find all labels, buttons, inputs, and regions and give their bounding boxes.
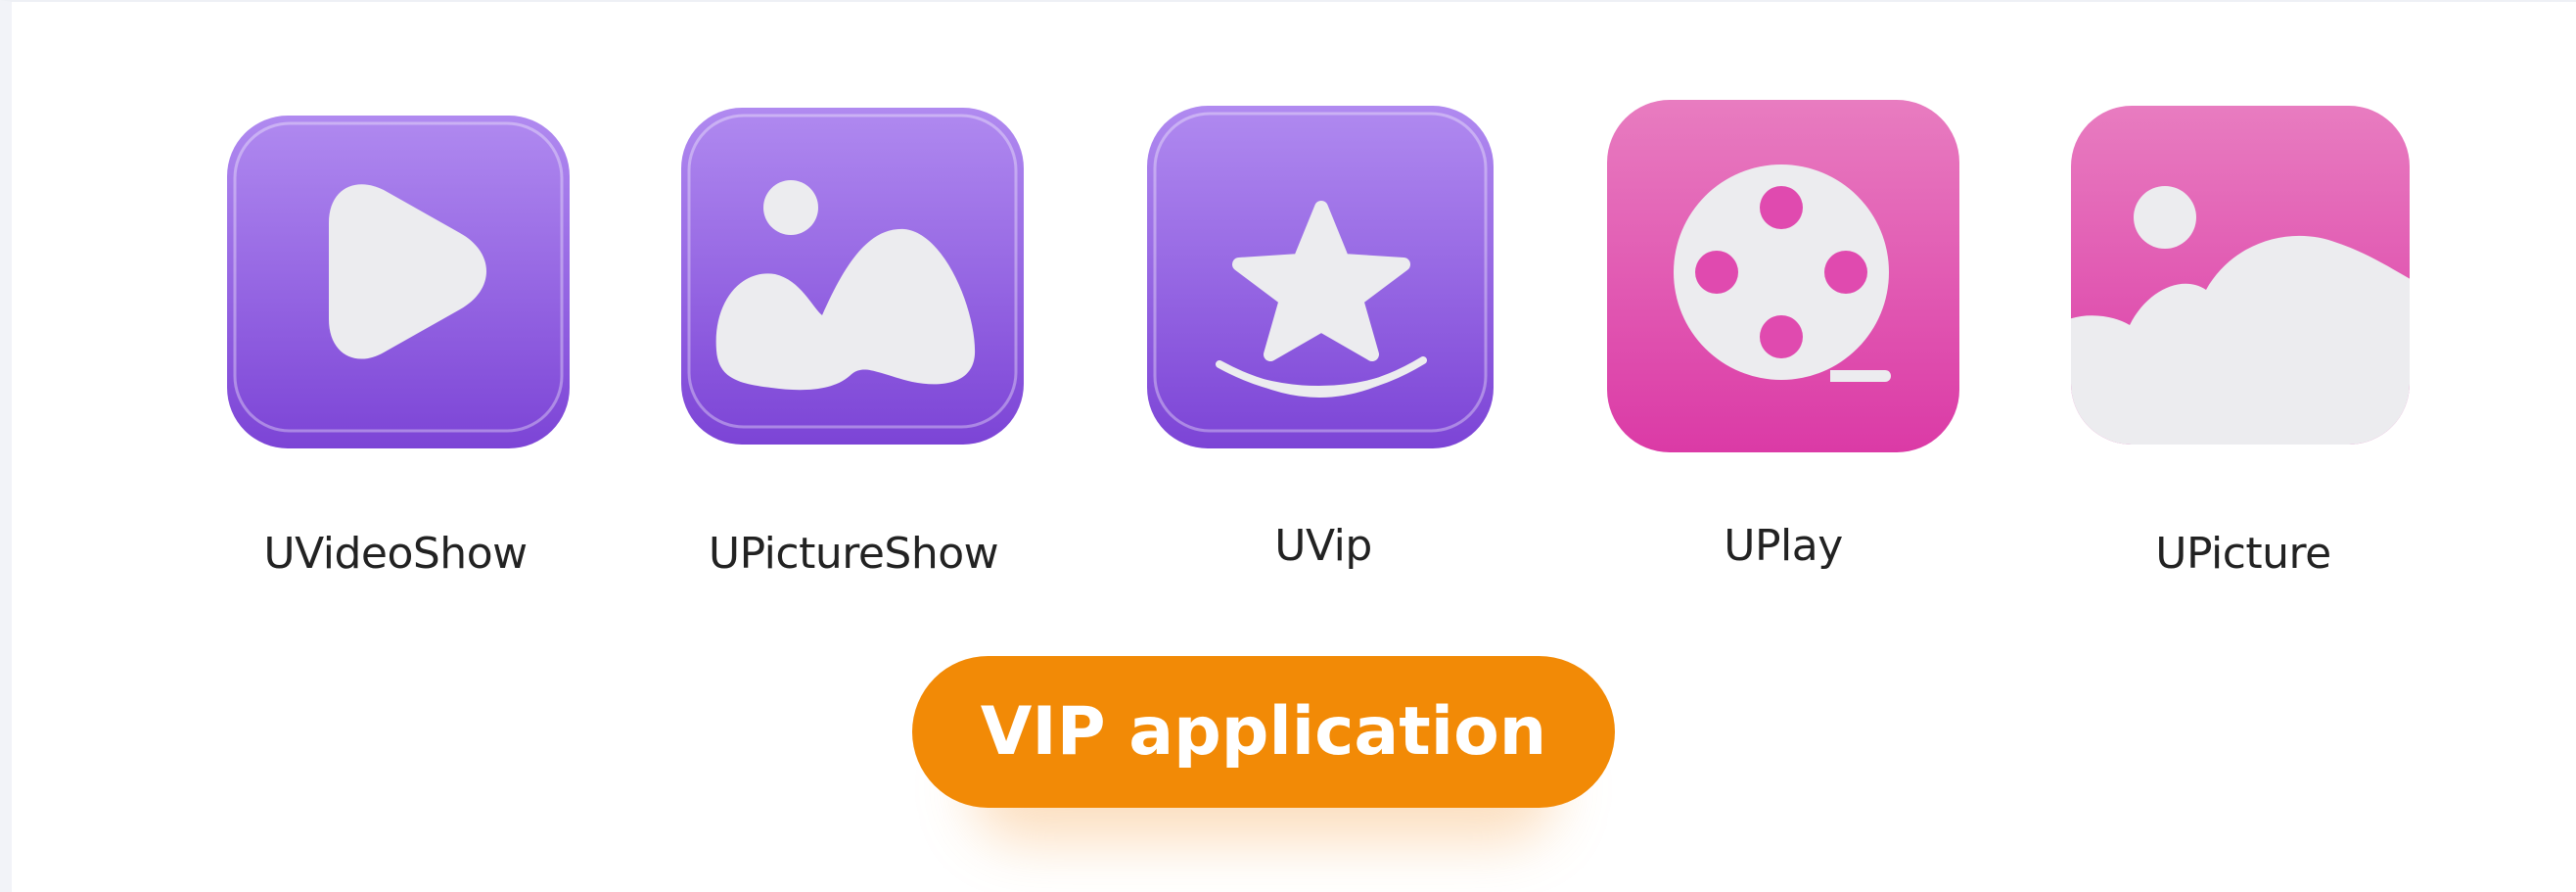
app-showcase: UVideoShow UPictureShow UVip UPlay UPict…	[0, 0, 2576, 892]
vip-cta: VIP application	[912, 656, 1615, 842]
app-label: UPictureShow	[708, 529, 999, 579]
app-label: UVideoShow	[263, 529, 528, 579]
star-icon	[1147, 106, 1494, 448]
app-label: UVip	[1274, 521, 1372, 571]
app-tile-upictureshow[interactable]: UPictureShow	[677, 98, 1030, 579]
film-reel-icon	[1607, 100, 1959, 452]
app-tile-uvideoshow[interactable]: UVideoShow	[219, 98, 572, 579]
app-label: UPicture	[2155, 529, 2331, 579]
vip-application-button[interactable]: VIP application	[912, 656, 1615, 808]
app-label: UPlay	[1724, 521, 1843, 571]
cloud-picture-icon	[2071, 106, 2410, 445]
app-tile-uplay[interactable]: UPlay	[1607, 98, 1959, 571]
app-tile-upicture[interactable]: UPicture	[2067, 98, 2419, 579]
app-tile-uvip[interactable]: UVip	[1147, 98, 1499, 571]
play-icon	[227, 116, 570, 448]
image-icon	[681, 108, 1024, 445]
